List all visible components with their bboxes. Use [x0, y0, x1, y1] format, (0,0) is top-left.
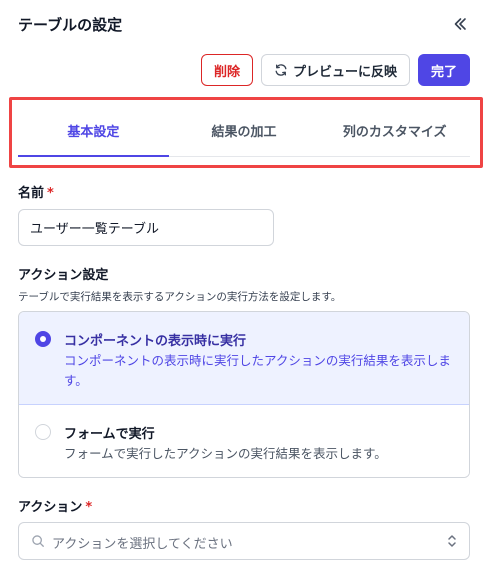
action-setting-description: テーブルで実行結果を表示するアクションの実行方法を設定します。	[18, 291, 342, 303]
settings-tabs: 基本設定 結果の加工 列のカスタマイズ	[18, 104, 470, 157]
apply-preview-button[interactable]: プレビューに反映	[261, 54, 410, 86]
action-select[interactable]: アクションを選択してください	[18, 522, 470, 560]
radio-unselected-icon[interactable]	[35, 424, 51, 440]
action-label-text: アクション	[18, 500, 83, 515]
name-input[interactable]	[18, 209, 274, 246]
done-button-label: 完了	[430, 64, 457, 80]
required-mark: *	[85, 500, 93, 515]
tab-label: 列のカスタマイズ	[342, 124, 447, 140]
radio-option-run-on-display[interactable]: コンポーネントの表示時に実行 コンポーネントの表示時に実行したアクションの実行結…	[19, 312, 469, 405]
collapse-button[interactable]	[446, 10, 474, 38]
table-settings-panel: テーブルの設定 削除 プレビューに反映 完了 基本設定 結果の加工 列のカスタマ…	[0, 0, 491, 575]
panel-title: テーブルの設定	[18, 16, 123, 34]
tab-result-processing[interactable]: 結果の加工	[169, 104, 320, 156]
double-chevron-left-icon	[454, 18, 466, 30]
execution-mode-radio-group: コンポーネントの表示時に実行 コンポーネントの表示時に実行したアクションの実行結…	[18, 311, 470, 478]
required-mark: *	[47, 186, 54, 201]
tab-label: 結果の加工	[211, 124, 277, 140]
tab-column-customize[interactable]: 列のカスタマイズ	[319, 104, 470, 156]
radio-selected-icon[interactable]	[35, 331, 51, 347]
tab-basic-settings[interactable]: 基本設定	[18, 104, 169, 157]
action-setting-label: アクション設定	[18, 268, 109, 283]
option-title: コンポーネントの表示時に実行	[64, 334, 247, 349]
option-title: フォームで実行	[64, 427, 155, 442]
name-label-text: 名前	[18, 186, 45, 201]
radio-option-run-on-form[interactable]: フォームで実行 フォームで実行したアクションの実行結果を表示します。	[19, 405, 469, 477]
refresh-icon	[275, 64, 287, 76]
delete-button[interactable]: 削除	[201, 54, 253, 86]
option-description: コンポーネントの表示時に実行したアクションの実行結果を表示します。	[64, 353, 451, 388]
done-button[interactable]: 完了	[418, 54, 470, 86]
delete-button-label: 削除	[213, 64, 240, 80]
option-description: フォームで実行したアクションの実行結果を表示します。	[64, 446, 387, 461]
name-field-label: 名前 *	[18, 182, 54, 201]
tab-label: 基本設定	[67, 124, 120, 140]
action-select-placeholder: アクションを選択してください	[52, 537, 233, 552]
action-field-label: アクション *	[18, 496, 92, 515]
search-icon	[32, 535, 44, 547]
chevron-up-down-icon	[448, 535, 456, 547]
apply-preview-label: プレビューに反映	[292, 64, 397, 80]
